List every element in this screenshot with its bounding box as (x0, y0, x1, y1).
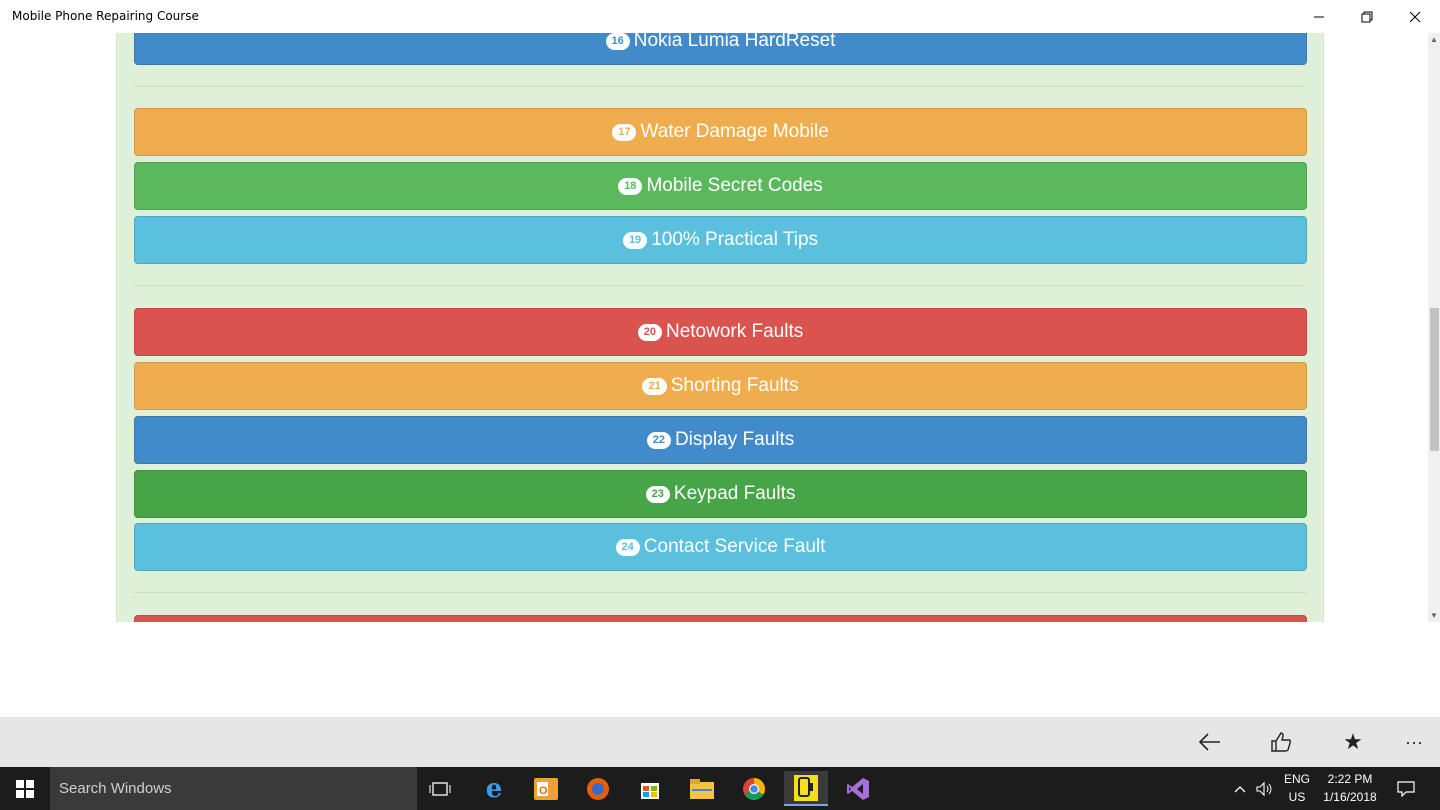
item-number-badge: 24 (615, 538, 640, 556)
item-label: Shorting Faults (670, 375, 799, 396)
title-bar: Mobile Phone Repairing Course (0, 0, 1440, 33)
item-label: Water Damage Mobile (640, 121, 829, 142)
more-options-icon[interactable]: ··· (1399, 727, 1429, 757)
divider (134, 86, 1307, 87)
minimize-icon (1314, 16, 1324, 17)
item-label: Nokia Lumia HardReset (633, 33, 836, 51)
course-item-21[interactable]: 21 Shorting Faults (134, 362, 1307, 410)
back-arrow-icon[interactable] (1195, 727, 1225, 757)
item-number-badge: 17 (612, 123, 637, 141)
search-placeholder: Search Windows (59, 780, 172, 797)
item-number-badge: 22 (646, 431, 671, 449)
content-viewport: 16 Nokia Lumia HardReset 17 Water Damage… (0, 33, 1428, 622)
item-label: Mobile Secret Codes (646, 175, 823, 196)
clock-date: 1/16/2018 (1323, 790, 1377, 804)
restore-button[interactable] (1344, 0, 1390, 33)
course-item-19[interactable]: 19 100% Practical Tips (134, 216, 1307, 264)
course-item-24[interactable]: 24 Contact Service Fault (134, 523, 1307, 571)
volume-icon[interactable] (1254, 767, 1276, 810)
item-number-badge: 23 (645, 485, 670, 503)
vertical-scrollbar[interactable]: ▲ ▼ (1428, 33, 1440, 622)
windows-logo-icon (16, 779, 34, 798)
item-label: Display Faults (674, 429, 795, 450)
item-label: 100% Practical Tips (651, 229, 819, 250)
divider (134, 592, 1307, 593)
like-icon[interactable] (1266, 727, 1296, 757)
edge-browser-icon[interactable]: e (472, 771, 516, 806)
item-number-badge: 21 (642, 377, 667, 395)
action-center-icon[interactable] (1392, 767, 1420, 810)
course-item-20[interactable]: 20 Netowork Faults (134, 308, 1307, 356)
course-item-18[interactable]: 18 Mobile Secret Codes (134, 162, 1307, 210)
app-bar: ★ ··· (0, 717, 1440, 767)
mobile-repair-app-icon[interactable] (784, 771, 828, 806)
course-item-23[interactable]: 23 Keypad Faults (134, 470, 1307, 518)
taskbar-clock[interactable]: 2:22 PM 1/16/2018 (1318, 770, 1382, 806)
course-item-16[interactable]: 16 Nokia Lumia HardReset (134, 33, 1307, 65)
divider (134, 285, 1307, 286)
region-code: US (1288, 790, 1306, 804)
chrome-icon[interactable] (732, 771, 776, 806)
firefox-icon[interactable] (576, 771, 620, 806)
outlook-icon[interactable]: O (524, 771, 568, 806)
item-number-badge: 18 (618, 177, 643, 195)
window-title: Mobile Phone Repairing Course (12, 9, 199, 23)
task-view-icon[interactable] (418, 771, 462, 806)
scroll-up-icon[interactable]: ▲ (1428, 35, 1440, 45)
item-label: Netowork Faults (665, 321, 804, 342)
visual-studio-icon[interactable] (836, 771, 880, 806)
taskbar: Search Windows e O ENG US 2:22 PM 1/16/2… (0, 767, 1440, 810)
language-code: ENG (1283, 772, 1310, 786)
favorite-star-icon[interactable]: ★ (1338, 727, 1368, 757)
item-label: Keypad Faults (673, 483, 796, 504)
store-icon[interactable] (628, 771, 672, 806)
close-icon (1409, 11, 1421, 22)
scroll-down-icon[interactable]: ▼ (1428, 611, 1440, 621)
item-number-badge: 19 (622, 231, 648, 249)
restore-icon (1361, 11, 1373, 22)
input-language-indicator[interactable]: ENG US (1280, 770, 1314, 806)
course-item-25[interactable] (134, 615, 1307, 622)
item-number-badge: 20 (637, 323, 662, 341)
item-number-badge: 16 (605, 33, 630, 50)
course-item-17[interactable]: 17 Water Damage Mobile (134, 108, 1307, 156)
start-button[interactable] (0, 767, 50, 810)
scrollbar-thumb[interactable] (1430, 308, 1439, 451)
course-panel: 16 Nokia Lumia HardReset 17 Water Damage… (116, 33, 1324, 622)
taskbar-search-box[interactable]: Search Windows (50, 767, 417, 810)
course-item-22[interactable]: 22 Display Faults (134, 416, 1307, 464)
close-button[interactable] (1392, 0, 1438, 33)
file-explorer-icon[interactable] (680, 771, 724, 806)
minimize-button[interactable] (1296, 0, 1342, 33)
item-label: Contact Service Fault (643, 536, 826, 557)
clock-time: 2:22 PM (1327, 772, 1373, 786)
svg-text:O: O (539, 785, 548, 797)
show-hidden-icons-chevron-up-icon[interactable] (1230, 767, 1250, 810)
